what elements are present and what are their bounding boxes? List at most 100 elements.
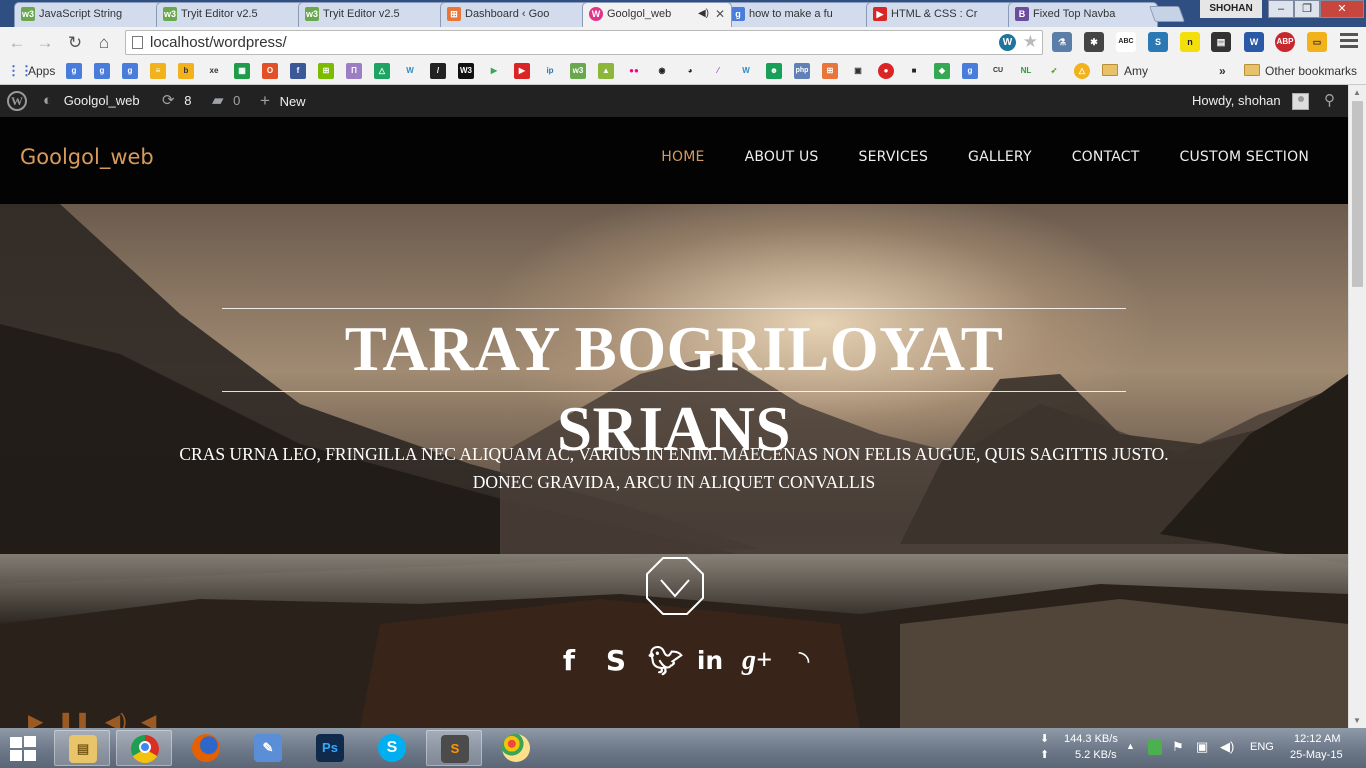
film-extension-icon[interactable]: ▤ bbox=[1211, 32, 1231, 52]
browser-tab-active[interactable]: W Goolgol_web ◀) ✕ bbox=[582, 2, 732, 27]
wordpress-extension-icon[interactable]: W bbox=[999, 34, 1016, 51]
ip-bookmark-icon[interactable]: ip bbox=[542, 63, 558, 79]
bookmark-icon[interactable]: ☻ bbox=[766, 63, 782, 79]
panda-bookmark-icon[interactable]: ◕ bbox=[682, 63, 698, 79]
show-hidden-icons-icon[interactable]: ▲ bbox=[1126, 741, 1135, 751]
folder-icon[interactable] bbox=[1102, 64, 1118, 76]
eyedropper-extension-icon[interactable]: ⚗ bbox=[1052, 32, 1072, 52]
reload-icon[interactable]: ↻ bbox=[64, 32, 86, 54]
new-tab-button[interactable] bbox=[1149, 6, 1185, 22]
close-tab-icon[interactable]: ✕ bbox=[715, 3, 725, 25]
close-window-button[interactable]: ✕ bbox=[1320, 0, 1364, 18]
pause-icon[interactable]: ❚❚ bbox=[57, 709, 91, 728]
facebook-icon[interactable]: f bbox=[554, 644, 584, 678]
tray-app-icon[interactable] bbox=[1148, 739, 1162, 755]
extension-icon[interactable]: ▭ bbox=[1307, 32, 1327, 52]
apps-bookmark[interactable]: Apps bbox=[28, 63, 55, 79]
volume-icon[interactable]: ◀) bbox=[1220, 739, 1234, 755]
bookmark-icon[interactable]: ▣ bbox=[850, 63, 866, 79]
nav-services[interactable]: SERVICES bbox=[859, 149, 929, 165]
taskbar-sublime-text[interactable]: S bbox=[426, 730, 482, 766]
nav-contact[interactable]: CONTACT bbox=[1072, 149, 1140, 165]
url-input[interactable] bbox=[150, 31, 970, 54]
xe-bookmark-icon[interactable]: xe bbox=[206, 63, 222, 79]
browser-tab[interactable]: ▶ HTML & CSS : Cr bbox=[866, 2, 1016, 27]
taskbar-paint[interactable] bbox=[488, 730, 544, 766]
volume-off-icon[interactable]: ◀ bbox=[141, 709, 156, 728]
facebook-bookmark-icon[interactable]: f bbox=[290, 63, 306, 79]
wordpress-logo-icon[interactable]: W bbox=[7, 91, 27, 111]
nl-bookmark-icon[interactable]: NL bbox=[1018, 63, 1034, 79]
bug-extension-icon[interactable]: ✱ bbox=[1084, 32, 1104, 52]
start-button[interactable] bbox=[8, 735, 38, 761]
maximize-button[interactable]: ❐ bbox=[1294, 0, 1320, 18]
folder-icon[interactable] bbox=[1244, 64, 1260, 76]
abc-extension-icon[interactable]: ABC bbox=[1116, 32, 1136, 52]
php-bookmark-icon[interactable]: php bbox=[794, 63, 810, 79]
volume-up-icon[interactable]: ◀) bbox=[105, 709, 127, 728]
bookmarks-overflow-button[interactable]: » bbox=[1219, 63, 1226, 79]
taskbar-firefox[interactable] bbox=[178, 730, 234, 766]
nav-about-us[interactable]: ABOUT US bbox=[745, 149, 819, 165]
taskbar-skype[interactable]: S bbox=[364, 730, 420, 766]
bookmark-icon[interactable]: Π bbox=[346, 63, 362, 79]
bookmark-folder-amy[interactable]: Amy bbox=[1124, 63, 1148, 79]
office-bookmark-icon[interactable]: O bbox=[262, 63, 278, 79]
browser-tab[interactable]: w3 Tryit Editor v2.5 bbox=[298, 2, 448, 27]
w3c-bookmark-icon[interactable]: W3 bbox=[458, 63, 474, 79]
taskbar-file-explorer[interactable]: ▤ bbox=[54, 730, 110, 766]
twitter-icon[interactable]: 🐦︎ bbox=[648, 644, 684, 678]
action-center-flag-icon[interactable]: ⚑ bbox=[1172, 739, 1184, 755]
home-icon[interactable]: ⌂ bbox=[93, 32, 115, 54]
google-bookmark-icon[interactable]: g bbox=[94, 63, 110, 79]
site-brand[interactable]: Goolgol_web bbox=[20, 145, 154, 169]
cu-bookmark-icon[interactable]: CU bbox=[990, 63, 1006, 79]
apps-grid-icon[interactable]: ⋮⋮ bbox=[7, 63, 33, 79]
forward-icon[interactable]: → bbox=[34, 32, 56, 54]
profile-button[interactable]: SHOHAN bbox=[1200, 0, 1262, 18]
browser-tab[interactable]: w3 JavaScript String bbox=[14, 2, 164, 27]
word-extension-icon[interactable]: W bbox=[1244, 32, 1264, 52]
clock-date[interactable]: 25-May-15 bbox=[1290, 749, 1343, 761]
google-bookmark-icon[interactable]: g bbox=[122, 63, 138, 79]
image-bookmark-icon[interactable]: ▲ bbox=[598, 63, 614, 79]
scroll-up-arrow-icon[interactable]: ▲ bbox=[1353, 88, 1361, 97]
account-greeting[interactable]: Howdy, shohan bbox=[1192, 85, 1281, 117]
search-icon[interactable]: ⚲ bbox=[1324, 85, 1335, 117]
drive-bookmark-icon[interactable]: △ bbox=[374, 63, 390, 79]
bookmark-icon[interactable]: △ bbox=[1074, 63, 1090, 79]
clock-time[interactable]: 12:12 AM bbox=[1294, 733, 1340, 745]
google-bookmark-icon[interactable]: g bbox=[962, 63, 978, 79]
browser-tab[interactable]: ⊞ Dashboard ‹ Goo bbox=[440, 2, 590, 27]
new-content-link[interactable]: + New bbox=[260, 85, 306, 118]
nav-home[interactable]: HOME bbox=[661, 149, 704, 165]
play-icon[interactable]: ▶ bbox=[28, 709, 43, 728]
bookmark-icon[interactable]: ◉ bbox=[654, 63, 670, 79]
s-extension-icon[interactable]: S bbox=[1148, 32, 1168, 52]
database-bookmark-icon[interactable]: ≡ bbox=[150, 63, 166, 79]
admin-site-link[interactable]: ◐ Goolgol_web bbox=[43, 85, 140, 117]
flickr-bookmark-icon[interactable]: ●● bbox=[626, 63, 642, 79]
bookmark-star-icon[interactable]: ★ bbox=[1023, 32, 1038, 52]
browser-tab[interactable]: B Fixed Top Navba bbox=[1008, 2, 1158, 27]
taskbar-chrome[interactable] bbox=[116, 730, 172, 766]
network-icon[interactable]: ▣ bbox=[1196, 739, 1208, 755]
scroll-down-button[interactable] bbox=[645, 556, 705, 616]
skype-icon[interactable]: S bbox=[601, 644, 631, 678]
other-bookmarks[interactable]: Other bookmarks bbox=[1265, 63, 1357, 79]
bookmark-icon[interactable]: ■ bbox=[906, 63, 922, 79]
scroll-down-arrow-icon[interactable]: ▼ bbox=[1353, 716, 1361, 725]
nav-custom-section[interactable]: CUSTOM SECTION bbox=[1180, 149, 1310, 165]
youtube-bookmark-icon[interactable]: ▶ bbox=[514, 63, 530, 79]
bird-bookmark-icon[interactable]: ➶ bbox=[1046, 63, 1062, 79]
address-bar[interactable]: W ★ bbox=[125, 30, 1043, 55]
sheets-bookmark-icon[interactable]: ▦ bbox=[234, 63, 250, 79]
windows-bookmark-icon[interactable]: ⊞ bbox=[318, 63, 334, 79]
bookmark-icon[interactable]: ● bbox=[878, 63, 894, 79]
maps-bookmark-icon[interactable]: ◆ bbox=[934, 63, 950, 79]
input-language[interactable]: ENG bbox=[1250, 741, 1274, 753]
back-icon[interactable]: ← bbox=[6, 32, 28, 54]
page-scrollbar[interactable]: ▲ ▼ bbox=[1348, 85, 1366, 728]
scrollbar-thumb[interactable] bbox=[1352, 101, 1363, 287]
rss-icon[interactable]: ◝ bbox=[789, 644, 819, 678]
